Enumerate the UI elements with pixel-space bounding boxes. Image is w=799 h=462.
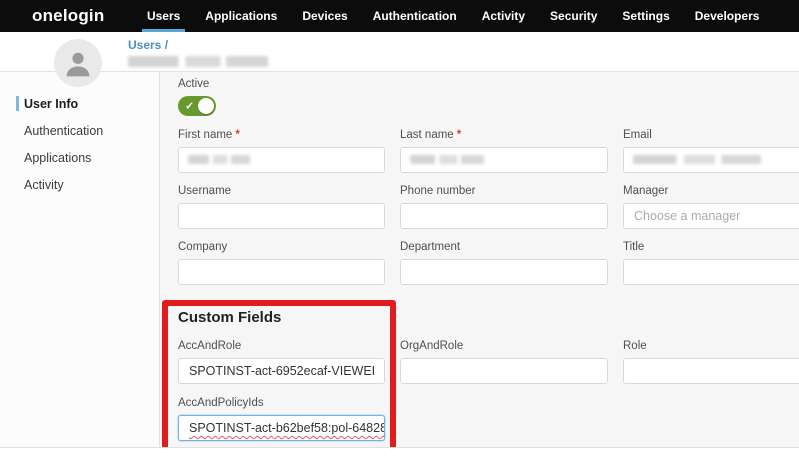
breadcrumb: Users / <box>128 38 268 67</box>
toggle-knob <box>198 98 214 114</box>
redacted-user-name <box>128 56 268 67</box>
top-navbar: onelogin Users Applications Devices Auth… <box>0 0 799 32</box>
field-title: Title <box>623 241 799 285</box>
field-company: Company <box>178 241 385 285</box>
field-username: Username <box>178 185 385 229</box>
nav-item-devices[interactable]: Devices <box>290 0 360 32</box>
nav-item-authentication[interactable]: Authentication <box>360 0 469 32</box>
redacted-value <box>633 155 761 164</box>
breadcrumb-users-link[interactable]: Users / <box>128 38 268 52</box>
manager-label: Manager <box>623 185 799 198</box>
active-toggle-label: Active <box>178 78 799 91</box>
acc-and-policy-ids-value: SPOTINST-act-b62bef58:pol-64828f58 <box>189 421 385 435</box>
redacted-value <box>410 155 484 164</box>
acc-and-policy-ids-input[interactable]: SPOTINST-act-b62bef58:pol-64828f58 <box>178 415 385 441</box>
title-input[interactable] <box>623 259 799 285</box>
phone-number-input[interactable] <box>400 203 608 229</box>
username-label: Username <box>178 185 385 198</box>
field-email: Email <box>623 129 799 173</box>
redacted-value <box>188 155 250 164</box>
field-phone-number: Phone number <box>400 185 608 229</box>
sidebar: User Info Authentication Applications Ac… <box>0 72 160 447</box>
user-header: Users / <box>0 32 799 72</box>
role-label: Role <box>623 340 799 353</box>
phone-number-label: Phone number <box>400 185 608 198</box>
manager-input[interactable] <box>623 203 799 229</box>
page-body: User Info Authentication Applications Ac… <box>0 72 799 448</box>
custom-fields-heading: Custom Fields <box>178 309 799 327</box>
field-acc-and-policy-ids: AccAndPolicyIds SPOTINST-act-b62bef58:po… <box>178 397 385 441</box>
required-asterisk: * <box>457 129 461 141</box>
last-name-label: Last name* <box>400 129 608 142</box>
sidebar-item-applications[interactable]: Applications <box>0 144 159 171</box>
field-last-name: Last name* <box>400 129 608 173</box>
sidebar-item-user-info[interactable]: User Info <box>0 90 159 117</box>
user-info-panel: Active ✓ First name* Last name* <box>160 72 799 447</box>
onelogin-logo[interactable]: onelogin <box>32 6 104 26</box>
email-label: Email <box>623 129 799 142</box>
field-first-name: First name* <box>178 129 385 173</box>
nav-item-settings[interactable]: Settings <box>610 0 682 32</box>
sidebar-item-activity[interactable]: Activity <box>0 171 159 198</box>
avatar <box>54 39 102 87</box>
nav-item-security[interactable]: Security <box>538 0 610 32</box>
username-input[interactable] <box>178 203 385 229</box>
custom-fields-row-2: AccAndPolicyIds SPOTINST-act-b62bef58:po… <box>178 397 799 441</box>
nav-item-activity[interactable]: Activity <box>469 0 537 32</box>
department-label: Department <box>400 241 608 254</box>
org-and-role-input[interactable] <box>400 358 608 384</box>
onelogin-admin-page: onelogin Users Applications Devices Auth… <box>0 0 799 462</box>
field-acc-and-role: AccAndRole <box>178 340 385 384</box>
primary-nav: Users Applications Devices Authenticatio… <box>134 0 772 32</box>
org-and-role-label: OrgAndRole <box>400 340 608 353</box>
person-icon <box>62 47 94 79</box>
nav-item-users[interactable]: Users <box>134 0 192 32</box>
company-input[interactable] <box>178 259 385 285</box>
active-toggle[interactable]: ✓ <box>178 96 216 116</box>
nav-item-applications[interactable]: Applications <box>193 0 290 32</box>
acc-and-policy-ids-label: AccAndPolicyIds <box>178 397 385 410</box>
nav-item-developers[interactable]: Developers <box>682 0 772 32</box>
field-role: Role <box>623 340 799 384</box>
field-department: Department <box>400 241 608 285</box>
check-icon: ✓ <box>185 100 194 113</box>
first-name-label: First name* <box>178 129 385 142</box>
role-input[interactable] <box>623 358 799 384</box>
custom-fields-section: Custom Fields AccAndRole OrgAndRole Role <box>178 309 799 441</box>
required-asterisk: * <box>235 129 239 141</box>
field-org-and-role: OrgAndRole <box>400 340 608 384</box>
acc-and-role-input[interactable] <box>178 358 385 384</box>
sidebar-item-authentication[interactable]: Authentication <box>0 117 159 144</box>
acc-and-role-label: AccAndRole <box>178 340 385 353</box>
company-label: Company <box>178 241 385 254</box>
title-label: Title <box>623 241 799 254</box>
department-input[interactable] <box>400 259 608 285</box>
custom-fields-row-1: AccAndRole OrgAndRole Role <box>178 340 799 384</box>
field-manager: Manager <box>623 185 799 229</box>
user-info-form: First name* Last name* Email <box>178 129 799 285</box>
